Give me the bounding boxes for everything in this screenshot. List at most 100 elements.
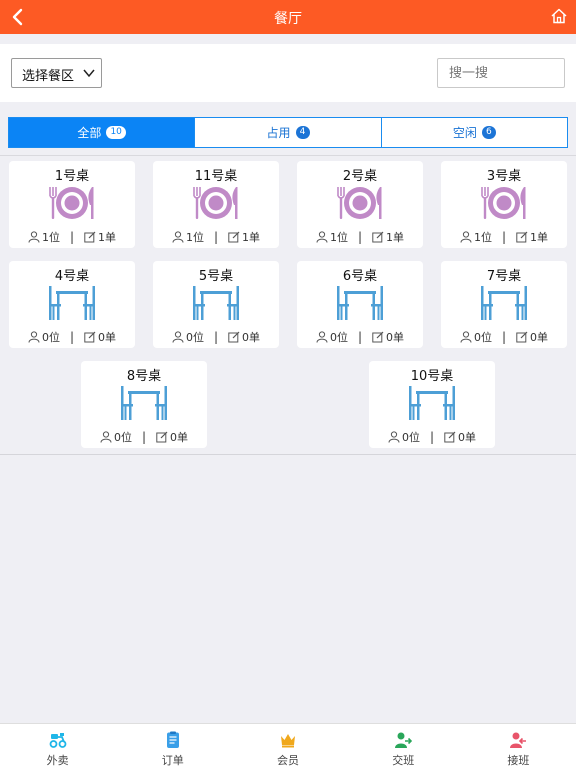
edit-icon: [156, 431, 168, 443]
tab-all-label: 全部: [77, 126, 102, 140]
guest-count: 0位: [41, 331, 60, 344]
person-icon: [316, 231, 328, 243]
order-count: 0单: [530, 331, 549, 344]
edit-icon: [84, 231, 96, 243]
stats-separator: |: [501, 330, 507, 344]
divider: [0, 155, 576, 156]
guest-count: 1位: [185, 231, 204, 244]
order-count: 0单: [242, 331, 261, 344]
person-icon: [316, 331, 328, 343]
guest-count: 1位: [41, 231, 60, 244]
tab-members-label: 会员: [277, 754, 299, 767]
edit-icon: [372, 231, 384, 243]
tab-free[interactable]: 空闲 6: [380, 118, 567, 147]
handover-icon: [395, 732, 413, 748]
search-input[interactable]: [437, 58, 565, 88]
table-stats: 1位 | 1单: [153, 229, 279, 245]
person-icon: [172, 231, 184, 243]
tab-delivery-label: 外卖: [46, 754, 69, 767]
guest-count: 0位: [473, 331, 492, 344]
table-name: 11号桌: [194, 169, 238, 184]
table-card[interactable]: 2号桌 1位 | 1单: [297, 161, 423, 248]
plate-icon: [337, 187, 382, 219]
table-name: 5号桌: [198, 269, 234, 284]
table-card[interactable]: 6号桌 0位 | 0单: [297, 261, 423, 348]
bottom-tab-bar: 外卖 订单 会员 交班 接班: [0, 723, 576, 768]
zone-select[interactable]: 选择餐区: [11, 58, 102, 88]
top-bar: 餐厅: [0, 0, 576, 34]
guest-count: 0位: [113, 431, 132, 444]
stats-separator: |: [213, 330, 219, 344]
table-stats: 1位 | 1单: [9, 229, 135, 245]
stats-separator: |: [213, 230, 219, 244]
table-chairs-icon: [121, 386, 167, 420]
order-icon: [166, 731, 179, 748]
guest-count: 0位: [329, 331, 348, 344]
table-stats: 0位 | 0单: [369, 429, 495, 445]
tab-occupied[interactable]: 占用 4: [194, 118, 380, 147]
order-count: 0单: [170, 431, 189, 444]
table-card[interactable]: 3号桌 1位 | 1单: [441, 161, 567, 248]
table-card[interactable]: 8号桌 0位 | 0单: [81, 361, 207, 448]
edit-icon: [228, 331, 240, 343]
table-stats: 0位 | 0单: [297, 329, 423, 345]
stats-separator: |: [429, 430, 435, 444]
tab-all-count: 10: [106, 126, 126, 139]
table-chairs-icon: [481, 286, 527, 320]
order-count: 0单: [458, 431, 477, 444]
order-count: 0单: [98, 331, 117, 344]
tab-occupied-label: 占用: [266, 126, 291, 140]
table-name: 3号桌: [486, 169, 522, 184]
person-icon: [100, 431, 112, 443]
person-icon: [388, 431, 400, 443]
tab-all[interactable]: 全部 10: [9, 118, 195, 147]
guest-count: 0位: [401, 431, 420, 444]
order-count: 1单: [386, 231, 405, 244]
table-stats: 0位 | 0单: [9, 329, 135, 345]
stats-separator: |: [357, 230, 363, 244]
person-icon: [172, 331, 184, 343]
guest-count: 1位: [329, 231, 348, 244]
tab-takeover-label: 接班: [507, 754, 530, 767]
plate-icon: [481, 187, 526, 219]
table-name: 6号桌: [342, 269, 378, 284]
tab-orders[interactable]: 订单: [115, 724, 230, 768]
stats-separator: |: [69, 330, 75, 344]
edit-icon: [228, 231, 240, 243]
table-card[interactable]: 5号桌 0位 | 0单: [153, 261, 279, 348]
order-count: 1单: [98, 231, 117, 244]
table-stats: 1位 | 1单: [441, 229, 567, 245]
table-card[interactable]: 1号桌 1位 | 1单: [9, 161, 135, 248]
edit-icon: [444, 431, 456, 443]
table-stats: 1位 | 1单: [297, 229, 423, 245]
table-stats: 0位 | 0单: [441, 329, 567, 345]
takeover-icon: [510, 732, 527, 748]
home-icon[interactable]: [551, 8, 567, 24]
guest-count: 0位: [185, 331, 204, 344]
table-card[interactable]: 4号桌 0位 | 0单: [9, 261, 135, 348]
stats-separator: |: [357, 330, 363, 344]
tab-handover-label: 交班: [392, 754, 415, 767]
person-icon: [460, 231, 472, 243]
table-name: 8号桌: [126, 369, 162, 384]
tab-members[interactable]: 会员: [230, 724, 345, 768]
status-tabs: 全部 10 占用 4 空闲 6: [8, 117, 568, 148]
tab-free-count: 6: [481, 126, 496, 139]
tab-delivery[interactable]: 外卖: [0, 724, 115, 768]
edit-icon: [516, 331, 528, 343]
table-card[interactable]: 10号桌 0位 | 0单: [369, 361, 495, 448]
crown-icon: [281, 734, 295, 748]
plate-icon: [49, 187, 94, 219]
tab-orders-label: 订单: [161, 754, 184, 767]
header-gap: [0, 34, 576, 44]
table-card[interactable]: 11号桌 1位 | 1单: [153, 161, 279, 248]
tab-takeover[interactable]: 接班: [461, 724, 576, 768]
table-chairs-icon: [193, 286, 239, 320]
table-card[interactable]: 7号桌 0位 | 0单: [441, 261, 567, 348]
stats-separator: |: [69, 230, 75, 244]
tab-occupied-count: 4: [295, 126, 310, 139]
plate-icon: [193, 187, 238, 219]
divider: [0, 454, 576, 455]
tab-handover[interactable]: 交班: [346, 724, 461, 768]
table-name: 7号桌: [486, 269, 522, 284]
